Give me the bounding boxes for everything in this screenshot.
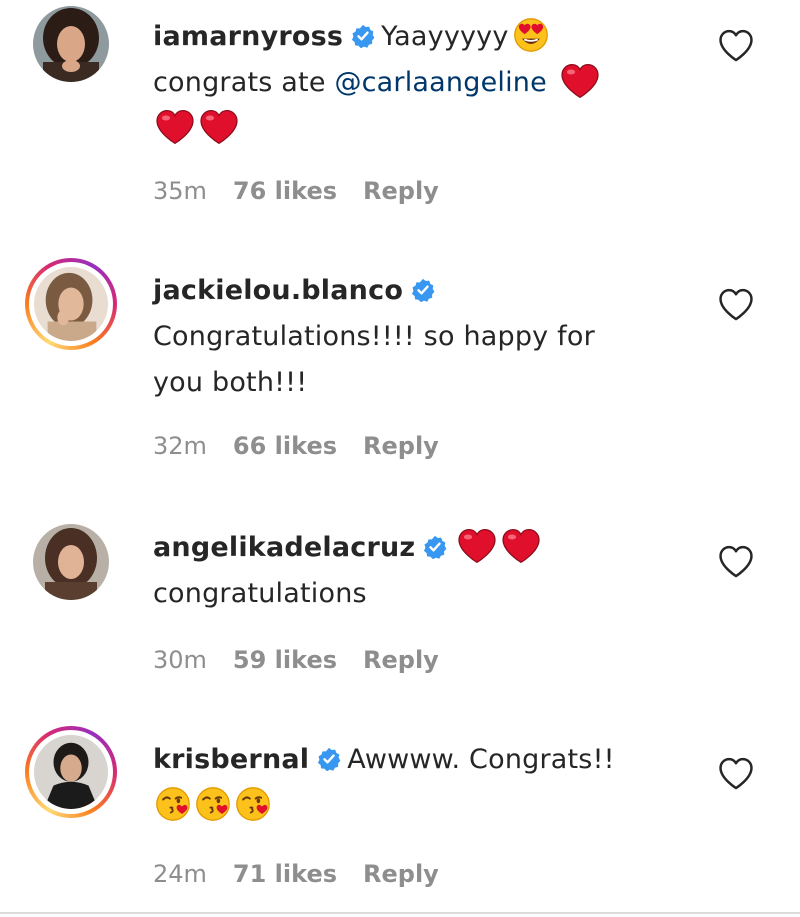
comment-text-line2: congrats ate <box>153 67 326 98</box>
username[interactable]: iamarnyross <box>153 21 343 52</box>
red-heart-emoji <box>501 528 541 564</box>
verified-badge-icon <box>411 278 435 302</box>
timestamp[interactable]: 30m <box>153 646 207 674</box>
comment-body: angelikadelacruz congratulations <box>153 525 633 617</box>
timestamp[interactable]: 32m <box>153 432 207 460</box>
likes-count[interactable]: 66 likes <box>233 432 337 460</box>
kissing-heart-emoji <box>235 786 271 822</box>
comment-body: jackielou.blanco Congratulations!!!! so … <box>153 268 633 406</box>
comment-meta: 35m 76 likes Reply <box>153 177 465 205</box>
avatar-iamarnyross[interactable] <box>25 0 117 90</box>
timestamp[interactable]: 35m <box>153 177 207 205</box>
comment-body: krisbernal Awwww. Congrats!! <box>153 737 633 829</box>
verified-badge-icon <box>423 535 447 559</box>
reply-button[interactable]: Reply <box>363 646 439 674</box>
red-heart-emoji <box>155 109 195 145</box>
likes-count[interactable]: 76 likes <box>233 177 337 205</box>
avatar-jackielou-blanco[interactable] <box>25 258 117 350</box>
timestamp[interactable]: 24m <box>153 860 207 888</box>
reply-button[interactable]: Reply <box>363 177 439 205</box>
username[interactable]: angelikadelacruz <box>153 532 415 563</box>
comment-text: Yaayyyyy <box>381 21 509 52</box>
heart-eyes-emoji <box>513 17 549 53</box>
reply-button[interactable]: Reply <box>363 432 439 460</box>
divider <box>0 912 800 914</box>
comment-text: Awwww. Congrats!! <box>347 744 615 775</box>
kissing-heart-emoji <box>155 786 191 822</box>
comment-body: iamarnyross Yaayyyyy congrats ate @carlaa… <box>153 14 633 152</box>
mention-link[interactable]: @carlaangeline <box>334 67 546 98</box>
username[interactable]: jackielou.blanco <box>153 275 403 306</box>
avatar-photo <box>33 524 109 600</box>
red-heart-emoji <box>457 528 497 564</box>
comment-meta: 24m 71 likes Reply <box>153 860 465 888</box>
comment-meta: 32m 66 likes Reply <box>153 432 465 460</box>
like-heart-icon[interactable] <box>717 756 755 790</box>
comment-text: congratulations <box>153 578 367 609</box>
username[interactable]: krisbernal <box>153 744 309 775</box>
verified-badge-icon <box>351 24 375 48</box>
avatar-photo <box>34 267 108 341</box>
likes-count[interactable]: 71 likes <box>233 860 337 888</box>
like-heart-icon[interactable] <box>717 544 755 578</box>
like-heart-icon[interactable] <box>717 287 755 321</box>
comment-text: Congratulations!!!! so happy for <box>153 321 595 352</box>
reply-button[interactable]: Reply <box>363 860 439 888</box>
kissing-heart-emoji <box>195 786 231 822</box>
red-heart-emoji <box>199 109 239 145</box>
red-heart-emoji <box>560 63 600 99</box>
avatar-photo <box>33 6 109 82</box>
avatar-photo <box>34 735 108 809</box>
verified-badge-icon <box>317 747 341 771</box>
like-heart-icon[interactable] <box>717 28 755 62</box>
avatar-angelikadelacruz[interactable] <box>25 516 117 608</box>
comment-meta: 30m 59 likes Reply <box>153 646 465 674</box>
avatar-krisbernal[interactable] <box>25 726 117 818</box>
comment-text-line2: you both!!! <box>153 367 308 398</box>
likes-count[interactable]: 59 likes <box>233 646 337 674</box>
